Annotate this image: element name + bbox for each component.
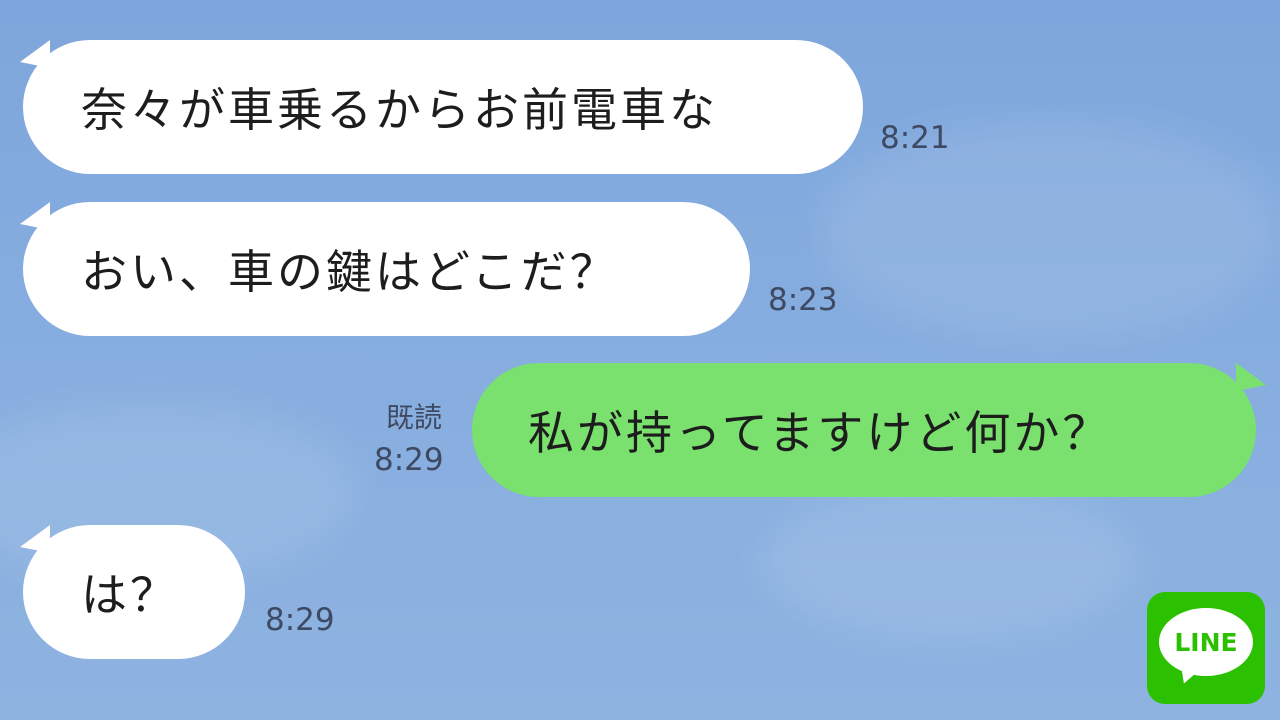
message-time: 8:23 [768,282,838,318]
logo-speech-bubble: LINE [1159,608,1253,676]
incoming-message-bubble[interactable]: は？ [23,525,245,659]
read-receipt: 既読 [386,401,443,434]
outgoing-message-bubble[interactable]: 私が持ってますけど何か？ [472,363,1256,497]
message-time: 8:29 [374,442,444,478]
message-text: は？ [81,568,179,622]
background-cloud [760,480,1140,640]
message-text: 私が持ってますけど何か？ [528,406,1112,460]
chat-screen: 奈々が車乗るからお前電車な 8:21 おい、車の鍵はどこだ？ 8:23 既読 8… [0,0,1280,720]
message-time: 8:21 [880,120,950,156]
message-time: 8:29 [265,602,335,638]
message-text: おい、車の鍵はどこだ？ [81,245,619,299]
incoming-message-bubble[interactable]: 奈々が車乗るからお前電車な [23,40,863,174]
message-text: 奈々が車乗るからお前電車な [81,83,718,137]
incoming-message-bubble[interactable]: おい、車の鍵はどこだ？ [23,202,750,336]
bubble-tail [1236,363,1266,391]
line-app-icon: LINE [1147,592,1265,704]
logo-text: LINE [1174,627,1238,657]
